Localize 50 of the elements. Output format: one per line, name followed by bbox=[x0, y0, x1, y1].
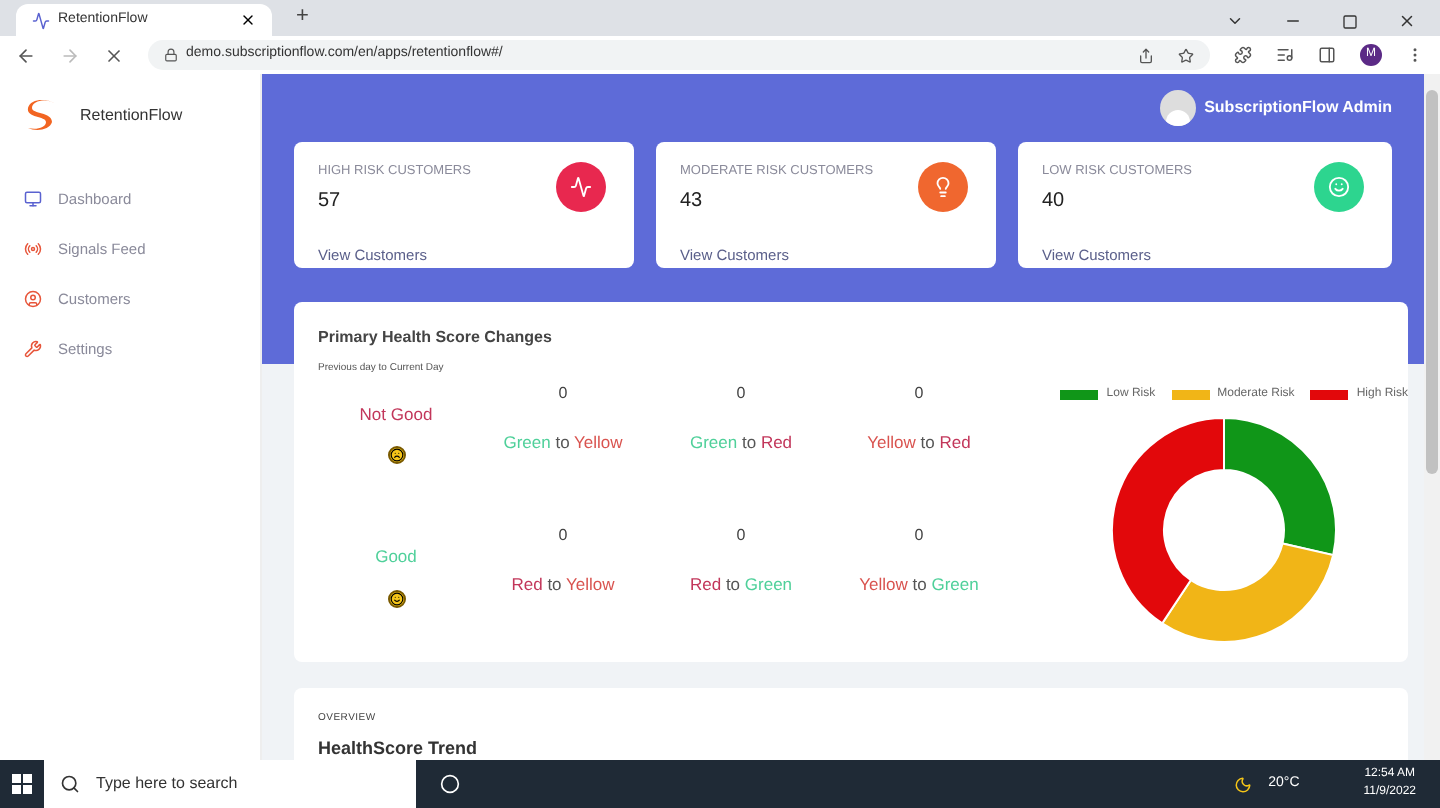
signal-icon bbox=[24, 240, 42, 258]
change-label: Green to Yellow bbox=[503, 429, 623, 455]
change-count: 0 bbox=[736, 523, 746, 548]
star-icon[interactable] bbox=[1178, 47, 1194, 63]
maximize-icon[interactable] bbox=[1342, 13, 1358, 29]
change-count: 0 bbox=[558, 523, 568, 548]
puzzle-icon[interactable] bbox=[1234, 46, 1252, 64]
windows-icon[interactable] bbox=[12, 774, 32, 794]
panel-title: Primary Health Score Changes bbox=[318, 326, 554, 350]
change-label: Green to Red bbox=[689, 429, 793, 455]
taskbar-search[interactable]: Type here to search bbox=[44, 760, 416, 808]
card-value: 43 bbox=[680, 187, 703, 216]
card-value: 57 bbox=[318, 187, 341, 216]
user-icon bbox=[24, 290, 42, 308]
pulse-icon bbox=[570, 176, 592, 198]
change-count: 0 bbox=[558, 381, 568, 405]
playlist-icon[interactable] bbox=[1276, 46, 1294, 64]
status-label: Good bbox=[375, 543, 417, 569]
wrench-icon bbox=[24, 340, 42, 358]
monitor-icon bbox=[24, 190, 42, 208]
change-label: Red to Green bbox=[689, 571, 793, 597]
change-label: Yellow to Green bbox=[859, 571, 979, 597]
change-count: 0 bbox=[914, 523, 924, 548]
smile-icon bbox=[1328, 176, 1350, 198]
moon-icon bbox=[1234, 775, 1253, 793]
change-count: 0 bbox=[736, 381, 746, 405]
back-icon[interactable] bbox=[16, 45, 36, 65]
lightbulb-icon bbox=[932, 176, 954, 198]
status-label: Not Good bbox=[359, 401, 433, 427]
brand-name: RetentionFlow bbox=[80, 104, 183, 128]
search-icon bbox=[60, 774, 80, 794]
stop-icon[interactable] bbox=[104, 45, 124, 65]
change-count: 0 bbox=[914, 381, 924, 405]
close-icon[interactable] bbox=[1398, 12, 1416, 30]
share-icon[interactable] bbox=[1138, 47, 1154, 63]
happy-face-icon bbox=[387, 589, 405, 607]
chevron-down-icon[interactable] bbox=[1226, 12, 1244, 30]
user-name[interactable]: SubscriptionFlow Admin bbox=[1204, 96, 1392, 120]
card-value: 40 bbox=[1042, 187, 1065, 216]
tab-favicon-icon bbox=[32, 11, 50, 29]
side-panel-icon[interactable] bbox=[1318, 46, 1336, 64]
sad-face-icon bbox=[387, 446, 405, 465]
new-tab-button[interactable]: + bbox=[296, 0, 309, 32]
lock-icon bbox=[164, 48, 178, 62]
scrollbar[interactable] bbox=[1424, 74, 1440, 760]
cortana-icon[interactable] bbox=[440, 774, 460, 794]
change-label: Yellow to Red bbox=[867, 429, 971, 455]
change-label: Red to Yellow bbox=[511, 571, 615, 597]
close-icon[interactable] bbox=[240, 12, 256, 28]
overview-title: HealthScore Trend bbox=[318, 735, 480, 760]
